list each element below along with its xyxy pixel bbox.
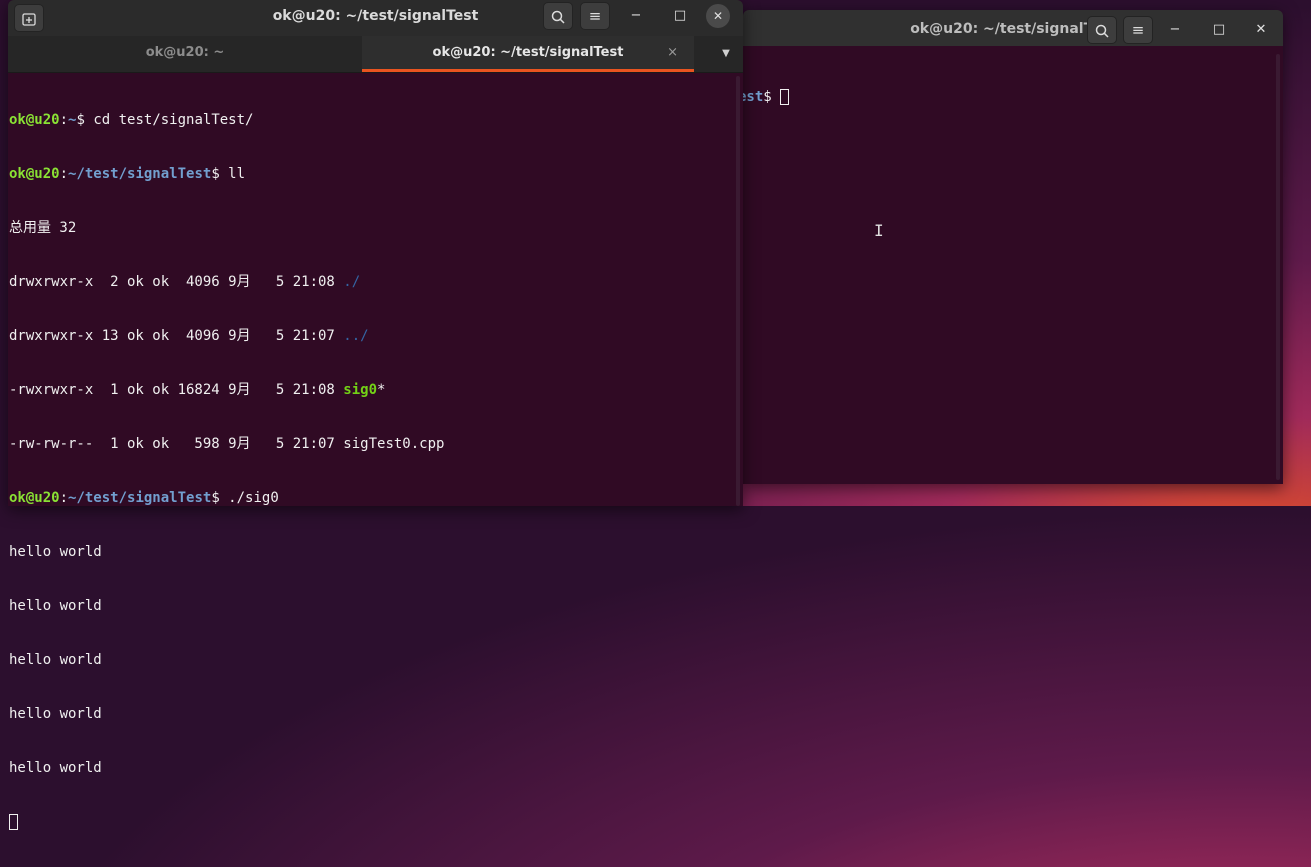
search-button[interactable] bbox=[543, 2, 573, 30]
ls-row: drwxrwxr-x 13 ok ok 4096 9月 5 21:07 ../ bbox=[9, 327, 729, 345]
ls-name: ../ bbox=[343, 328, 369, 344]
minimize-icon: − bbox=[630, 8, 642, 23]
terminal-cursor bbox=[780, 89, 790, 105]
prompt-user: ok@u20 bbox=[9, 112, 60, 128]
output-line: hello world bbox=[9, 652, 102, 668]
terminal-output[interactable]: ok@u20:~$ cd test/signalTest/ ok@u20:~/t… bbox=[8, 75, 729, 867]
ls-meta: -rwxrwxr-x 1 ok ok 16824 9月 5 21:08 bbox=[9, 382, 344, 398]
active-tab-indicator bbox=[362, 69, 694, 72]
output-line: hello world bbox=[9, 706, 102, 722]
command-text: ./sig0 bbox=[219, 490, 279, 506]
close-icon: ✕ bbox=[712, 9, 724, 23]
tab-bar: ok@u20: ~ ok@u20: ~/test/signalTest × ▼ bbox=[8, 36, 743, 73]
output-line: hello world bbox=[9, 598, 102, 614]
ls-row: -rwxrwxr-x 1 ok ok 16824 9月 5 21:08 sig0… bbox=[9, 381, 729, 399]
ls-name: sigTest0.cpp bbox=[343, 436, 445, 452]
maximize-icon: □ bbox=[673, 8, 687, 23]
text-cursor-ibeam-icon: I bbox=[874, 221, 884, 240]
background-terminal-window[interactable]: ok@u20: ~/test/signalTest ≡ − □ ✕ est$ bbox=[738, 10, 1283, 484]
output-line: hello world bbox=[9, 544, 102, 560]
search-button[interactable] bbox=[1087, 16, 1117, 44]
command-line: ok@u20:~$ cd test/signalTest/ bbox=[9, 111, 729, 129]
scrollbar[interactable] bbox=[1276, 54, 1280, 480]
ls-name: ./ bbox=[343, 274, 361, 290]
maximize-button[interactable]: □ bbox=[1207, 18, 1231, 42]
scrollbar[interactable] bbox=[736, 76, 740, 506]
tab-label: ok@u20: ~ bbox=[145, 45, 225, 60]
tab-label: ok@u20: ~/test/signalTest bbox=[432, 45, 624, 60]
ls-name: sig0 bbox=[343, 382, 378, 398]
prompt-colon: : bbox=[59, 112, 69, 128]
minimize-button[interactable]: − bbox=[624, 4, 648, 28]
prompt-symbol: $ bbox=[211, 490, 220, 506]
tab-signal-test[interactable]: ok@u20: ~/test/signalTest × bbox=[362, 36, 694, 72]
terminal-output[interactable]: est$ bbox=[737, 52, 1311, 142]
prompt-user: ok@u20 bbox=[9, 490, 60, 506]
output-line: 总用量 32 bbox=[9, 220, 77, 236]
close-button[interactable]: ✕ bbox=[706, 4, 730, 28]
ls-meta: drwxrwxr-x 13 ok ok 4096 9月 5 21:07 bbox=[9, 328, 344, 344]
ls-row: -rw-rw-r-- 1 ok ok 598 9月 5 21:07 sigTes… bbox=[9, 435, 729, 453]
prompt-symbol: $ bbox=[763, 89, 772, 105]
minimize-button[interactable]: − bbox=[1163, 18, 1187, 42]
close-icon: ✕ bbox=[1255, 22, 1267, 37]
prompt-line: est$ bbox=[738, 88, 1311, 106]
terminal-cursor bbox=[9, 814, 18, 830]
ls-meta: -rw-rw-r-- 1 ok ok 598 9月 5 21:07 bbox=[9, 436, 344, 452]
prompt-user: ok@u20 bbox=[9, 166, 60, 182]
close-button[interactable]: ✕ bbox=[1249, 18, 1273, 42]
maximize-button[interactable]: □ bbox=[668, 4, 692, 28]
search-icon bbox=[1095, 24, 1109, 38]
search-icon bbox=[551, 10, 565, 24]
cursor-line bbox=[9, 813, 729, 831]
command-text: ll bbox=[219, 166, 246, 182]
minimize-icon: − bbox=[1169, 22, 1181, 37]
prompt-symbol: $ bbox=[211, 166, 220, 182]
command-line: ok@u20:~/test/signalTest$ ll bbox=[9, 165, 729, 183]
prompt-symbol: $ bbox=[76, 112, 85, 128]
prompt-path: ~/test/signalTest bbox=[68, 490, 212, 506]
menu-button[interactable]: ≡ bbox=[1123, 16, 1153, 44]
hamburger-menu-icon: ≡ bbox=[588, 7, 602, 25]
title-bar[interactable]: ok@u20: ~/test/signalTest ≡ − □ ✕ bbox=[743, 10, 1283, 46]
menu-button[interactable]: ≡ bbox=[580, 2, 610, 30]
ls-row: drwxrwxr-x 2 ok ok 4096 9月 5 21:08 ./ bbox=[9, 273, 729, 291]
prompt-colon: : bbox=[59, 166, 69, 182]
tab-close-button[interactable]: × bbox=[667, 36, 678, 70]
tab-home[interactable]: ok@u20: ~ bbox=[8, 36, 362, 72]
prompt-path: ~/test/signalTest bbox=[68, 166, 212, 182]
window-title: ok@u20: ~/test/signalTest bbox=[910, 21, 1116, 37]
output-line: hello world bbox=[9, 760, 102, 776]
hamburger-menu-icon: ≡ bbox=[1131, 21, 1145, 39]
tabs-menu-button[interactable]: ▼ bbox=[716, 36, 736, 72]
ls-suffix: * bbox=[377, 382, 386, 398]
maximize-icon: □ bbox=[1212, 22, 1226, 37]
ls-meta: drwxrwxr-x 2 ok ok 4096 9月 5 21:08 bbox=[9, 274, 344, 290]
foreground-terminal-window[interactable]: ok@u20: ~/test/signalTest ≡ − □ ✕ ok@u20… bbox=[8, 0, 743, 830]
prompt-colon: : bbox=[59, 490, 69, 506]
command-line: ok@u20:~/test/signalTest$ ./sig0 bbox=[9, 489, 729, 507]
command-text: cd test/signalTest/ bbox=[84, 112, 254, 128]
chevron-down-icon: ▼ bbox=[722, 48, 730, 59]
title-bar[interactable]: ok@u20: ~/test/signalTest ≡ − □ ✕ bbox=[8, 0, 743, 36]
